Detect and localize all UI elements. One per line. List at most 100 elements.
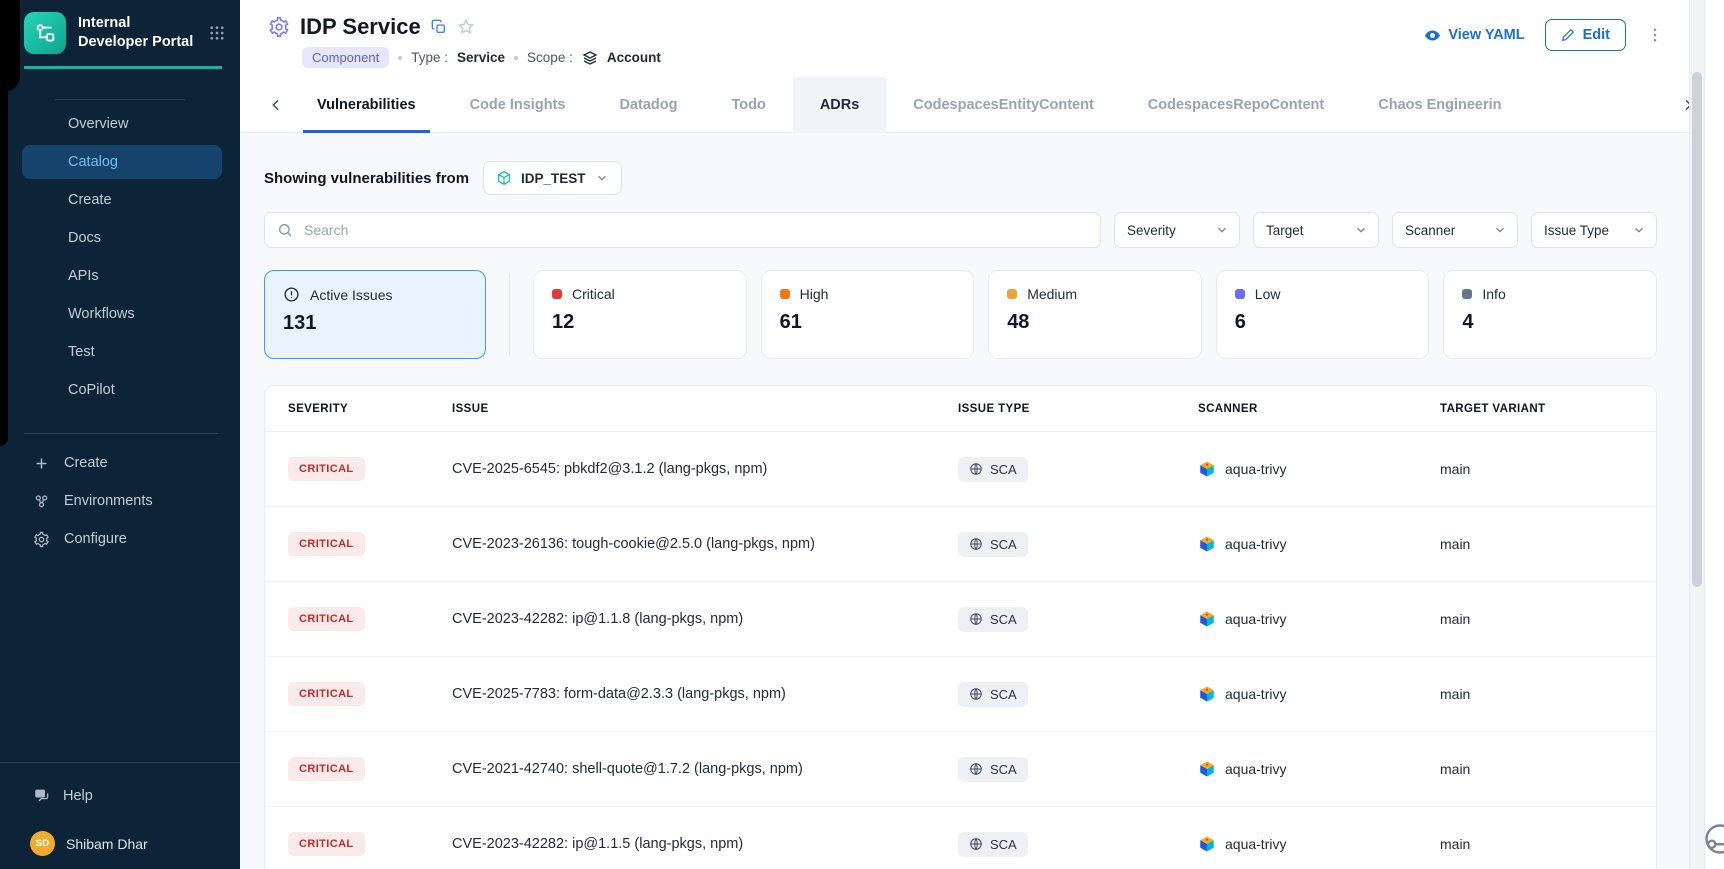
filter-scanner[interactable]: Scanner [1392, 212, 1518, 248]
issue-text: CVE-2023-26136: tough-cookie@2.5.0 (lang… [452, 536, 958, 552]
apps-grid-icon[interactable] [208, 24, 226, 42]
entity-header: IDP Service Component Type : Service Sco… [240, 0, 1724, 133]
search-box [264, 212, 1101, 248]
user-name: Shibam Dhar [66, 836, 148, 852]
portal-title: Internal Developer Portal [78, 14, 196, 52]
issue-text: CVE-2023-42282: ip@1.1.5 (lang-pkgs, npm… [452, 836, 958, 852]
scrollbar-thumb[interactable] [1692, 72, 1702, 587]
scanner-cell: aqua-trivy [1198, 610, 1440, 628]
target-variant: main [1440, 611, 1656, 627]
scanner-icon [1198, 610, 1216, 628]
edit-icon [1561, 28, 1575, 42]
project-selector[interactable]: IDP_TEST [483, 161, 622, 195]
gear-icon [33, 531, 50, 548]
issue-type-icon [969, 462, 983, 476]
sidebar-header: Internal Developer Portal [0, 0, 240, 64]
favorite-star-icon[interactable] [457, 18, 475, 36]
stat-value: 12 [552, 311, 728, 334]
copy-icon[interactable] [431, 19, 447, 35]
tab-adrs[interactable]: ADRs [793, 77, 886, 133]
stat-card-info[interactable]: Info4 [1443, 270, 1657, 359]
sidebar-item-copilot[interactable]: CoPilot [22, 373, 222, 407]
stat-card-critical[interactable]: Critical12 [533, 270, 747, 359]
sidebar-item-workflows[interactable]: Workflows [22, 297, 222, 331]
stat-card-active-issues[interactable]: Active Issues 131 [264, 270, 486, 359]
sidebar-action-create[interactable]: Create [0, 446, 240, 480]
tab-codespacesentitycontent[interactable]: CodespacesEntityContent [886, 77, 1120, 133]
table-row[interactable]: CRITICALCVE-2023-42282: ip@1.1.5 (lang-p… [265, 807, 1656, 869]
filter-target[interactable]: Target [1253, 212, 1379, 248]
severity-dot [1462, 289, 1472, 299]
stat-label: High [800, 286, 829, 302]
filter-label: Issue Type [1544, 223, 1609, 238]
chevron-left-icon[interactable] [268, 97, 284, 113]
sidebar-item-overview[interactable]: Overview [22, 107, 222, 141]
table-row[interactable]: CRITICALCVE-2023-26136: tough-cookie@2.5… [265, 507, 1656, 582]
tab-todo[interactable]: Todo [704, 77, 792, 133]
user-profile[interactable]: SD Shibam Dhar [0, 805, 240, 856]
tab-datadog[interactable]: Datadog [592, 77, 704, 133]
svg-text:?: ? [38, 791, 42, 798]
scanner-cell: aqua-trivy [1198, 760, 1440, 778]
table-row[interactable]: CRITICALCVE-2021-42740: shell-quote@1.7.… [265, 732, 1656, 807]
sidebar-action-configure[interactable]: Configure [0, 522, 240, 556]
tab-code-insights[interactable]: Code Insights [443, 77, 593, 133]
filter-severity[interactable]: Severity [1114, 212, 1240, 248]
stat-label: Info [1482, 286, 1505, 302]
scanner-cell: aqua-trivy [1198, 685, 1440, 703]
tab-vulnerabilities[interactable]: Vulnerabilities [290, 77, 443, 133]
sidebar-item-test[interactable]: Test [22, 335, 222, 369]
stat-label: Low [1255, 286, 1281, 302]
showing-label: Showing vulnerabilities from [264, 170, 469, 187]
sidebar-footer: ? Help SD Shibam Dhar [0, 762, 240, 856]
stat-label: Medium [1027, 286, 1077, 302]
more-icon[interactable] [1646, 26, 1664, 44]
sidebar-item-docs[interactable]: Docs [22, 221, 222, 255]
sidebar-help[interactable]: ? Help [0, 763, 240, 805]
column-header-severity: SEVERITY [288, 403, 452, 415]
table-row[interactable]: CRITICALCVE-2025-7783: form-data@2.3.3 (… [265, 657, 1656, 732]
action-label: Environments [64, 493, 153, 509]
search-input[interactable] [302, 221, 1088, 239]
table-body: CRITICALCVE-2025-6545: pbkdf2@3.1.2 (lan… [265, 432, 1656, 869]
stat-card-low[interactable]: Low6 [1216, 270, 1430, 359]
stat-card-high[interactable]: High 61 [761, 270, 975, 359]
table-row[interactable]: CRITICALCVE-2025-6545: pbkdf2@3.1.2 (lan… [265, 432, 1656, 507]
view-yaml-button[interactable]: View YAML [1424, 27, 1524, 44]
chevron-down-icon [1215, 223, 1229, 237]
severity-dot [552, 289, 562, 299]
page-title: IDP Service [300, 14, 421, 40]
issue-type-chip: SCA [958, 832, 1028, 857]
filter-issue-type[interactable]: Issue Type [1531, 212, 1657, 248]
severity-dot [1235, 289, 1245, 299]
scanner-cell: aqua-trivy [1198, 835, 1440, 853]
scanner-name: aqua-trivy [1225, 461, 1286, 477]
target-variant: main [1440, 461, 1656, 477]
tab-chaos-engineerin[interactable]: Chaos Engineerin [1351, 77, 1528, 133]
column-header-target-variant: TARGET VARIANT [1440, 403, 1656, 415]
severity-badge: CRITICAL [288, 757, 365, 781]
tab-codespacesrepocontent[interactable]: CodespacesRepoContent [1121, 77, 1351, 133]
stat-card-medium[interactable]: Medium48 [988, 270, 1202, 359]
view-icon [1424, 27, 1441, 44]
type-label: Type : [411, 50, 448, 65]
search-icon [277, 222, 293, 238]
table-row[interactable]: CRITICALCVE-2023-42282: ip@1.1.8 (lang-p… [265, 582, 1656, 657]
issue-text: CVE-2025-7783: form-data@2.3.3 (lang-pkg… [452, 686, 958, 702]
support-widget-icon[interactable] [1702, 821, 1724, 857]
project-icon [496, 170, 512, 186]
sidebar-item-create[interactable]: Create [22, 183, 222, 217]
scanner-icon [1198, 535, 1216, 553]
sidebar-action-environments[interactable]: Environments [0, 484, 240, 518]
portal-logo[interactable] [24, 12, 66, 54]
stat-value: 61 [780, 311, 956, 334]
sidebar-item-catalog[interactable]: Catalog [22, 145, 222, 179]
issue-type-icon [969, 837, 983, 851]
edit-button[interactable]: Edit [1545, 19, 1626, 51]
sidebar-item-apis[interactable]: APIs [22, 259, 222, 293]
window-edge [0, 0, 20, 92]
plus-icon [33, 455, 50, 472]
target-variant: main [1440, 761, 1656, 777]
scanner-name: aqua-trivy [1225, 686, 1286, 702]
scope-label: Scope : [527, 50, 573, 65]
